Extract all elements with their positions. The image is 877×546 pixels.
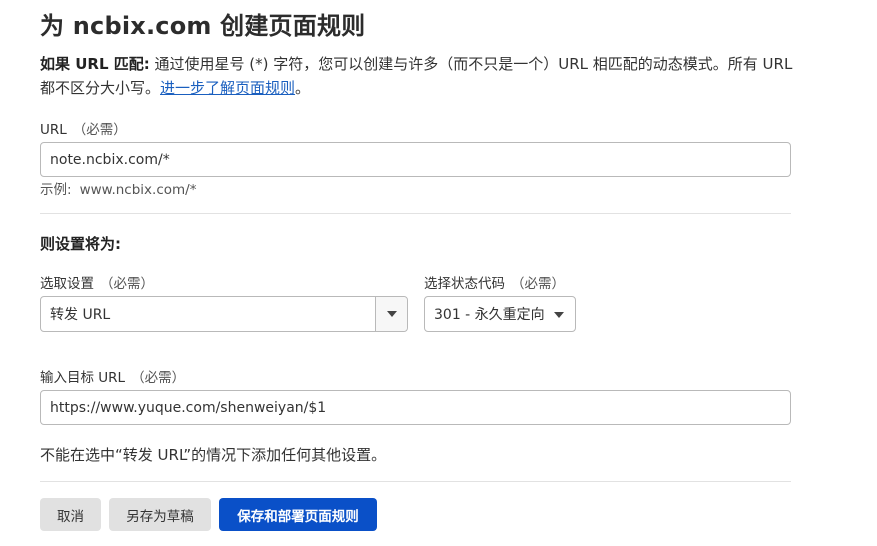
description-body: 通过使用星号 (*) 字符，您可以创建与许多（而不只是一个）URL 相匹配的动态… bbox=[40, 55, 793, 97]
chevron-down-icon bbox=[554, 312, 564, 318]
setting-select-required-text: （必需） bbox=[100, 276, 154, 292]
status-select-value: 301 - 永久重定向 bbox=[434, 307, 545, 323]
url-match-description: 如果 URL 匹配: 通过使用星号 (*) 字符，您可以创建与许多（而不只是一个… bbox=[40, 52, 800, 100]
setting-select-value: 转发 URL bbox=[50, 307, 111, 323]
setting-select[interactable]: 转发 URL bbox=[40, 296, 408, 332]
page-title: 为 ncbix.com 创建页面规则 bbox=[40, 12, 366, 40]
description-tail: 。 bbox=[295, 79, 311, 97]
status-code-select[interactable]: 301 - 永久重定向 bbox=[424, 296, 576, 332]
setting-select-label: 选取设置 （必需） bbox=[40, 272, 154, 292]
actions-divider bbox=[40, 481, 791, 482]
chevron-down-icon bbox=[386, 311, 397, 317]
learn-more-link[interactable]: 进一步了解页面规则 bbox=[160, 79, 295, 97]
setting-select-toggle[interactable] bbox=[375, 297, 407, 331]
hint-value: www.ncbix.com/* bbox=[79, 182, 197, 198]
target-url-label-text: 输入目标 URL bbox=[40, 370, 126, 386]
page-rule-form: 为 ncbix.com 创建页面规则 如果 URL 匹配: 通过使用星号 (*)… bbox=[0, 0, 877, 546]
target-url-required-text: （必需） bbox=[131, 370, 186, 386]
section-divider bbox=[40, 213, 791, 214]
url-label: URL （必需） bbox=[40, 118, 127, 138]
status-select-label: 选择状态代码 （必需） bbox=[424, 272, 565, 292]
cancel-button[interactable]: 取消 bbox=[40, 498, 101, 531]
target-url-value: https://www.yuque.com/shenweiyan/$1 bbox=[50, 399, 327, 416]
url-input[interactable]: note.ncbix.com/* bbox=[40, 142, 791, 177]
target-url-input[interactable]: https://www.yuque.com/shenweiyan/$1 bbox=[40, 390, 791, 425]
url-input-value: note.ncbix.com/* bbox=[50, 151, 170, 168]
url-required-text: （必需） bbox=[72, 122, 127, 138]
settings-section-title: 则设置将为: bbox=[40, 235, 121, 253]
hint-prefix: 示例: bbox=[40, 182, 72, 198]
status-select-label-text: 选择状态代码 bbox=[424, 276, 505, 292]
url-example-hint: 示例: www.ncbix.com/* bbox=[40, 178, 196, 198]
save-draft-button[interactable]: 另存为草稿 bbox=[109, 498, 211, 531]
description-lead: 如果 URL 匹配: bbox=[40, 55, 150, 73]
forwarding-note: 不能在选中“转发 URL”的情况下添加任何其他设置。 bbox=[40, 446, 387, 464]
target-url-label: 输入目标 URL （必需） bbox=[40, 366, 185, 386]
status-select-required-text: （必需） bbox=[511, 276, 565, 292]
save-and-deploy-button[interactable]: 保存和部署页面规则 bbox=[219, 498, 377, 531]
setting-select-label-text: 选取设置 bbox=[40, 276, 94, 292]
url-label-text: URL bbox=[40, 122, 67, 138]
